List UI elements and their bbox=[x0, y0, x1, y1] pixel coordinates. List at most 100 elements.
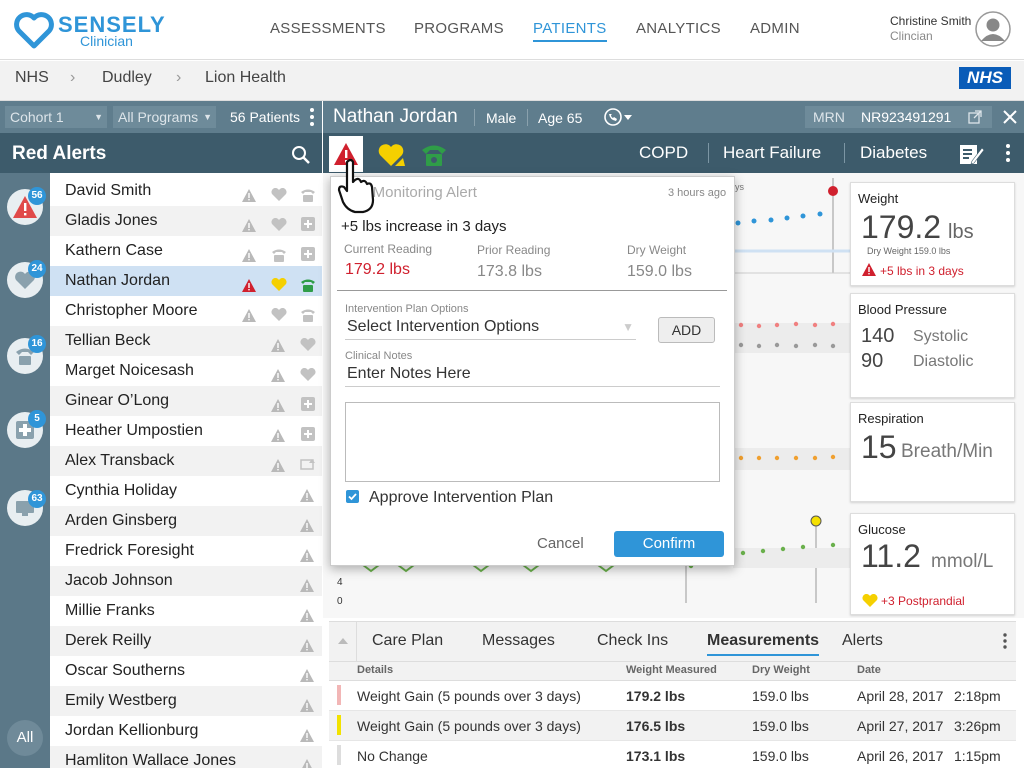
patient-row[interactable]: Emily Westberg bbox=[50, 686, 322, 716]
more-vertical-icon[interactable] bbox=[1003, 633, 1007, 654]
cell-measured: 176.5 lbs bbox=[626, 718, 686, 734]
nhs-logo: NHS bbox=[959, 67, 1011, 89]
patient-row[interactable]: Derek Reilly bbox=[50, 626, 322, 656]
patient-row[interactable]: Marget Noicesash bbox=[50, 356, 322, 386]
nav-analytics[interactable]: ANALYTICS bbox=[636, 20, 721, 37]
rail-all-button[interactable]: All bbox=[7, 720, 43, 756]
breadcrumb-nhs[interactable]: NHS bbox=[15, 69, 49, 87]
search-icon[interactable] bbox=[291, 145, 311, 165]
patient-row[interactable]: Jacob Johnson bbox=[50, 566, 322, 596]
notes-label: Clinical Notes bbox=[345, 350, 413, 362]
tab-alerts[interactable]: Alerts bbox=[842, 632, 883, 650]
popup-summary: +5 lbs increase in 3 days bbox=[341, 218, 507, 235]
patient-row[interactable]: Fredrick Foresight bbox=[50, 536, 322, 566]
programs-select[interactable]: All Programs ▼ bbox=[113, 106, 216, 128]
close-icon[interactable] bbox=[1002, 109, 1018, 125]
divider bbox=[844, 143, 845, 163]
cell-time: 1:15pm bbox=[954, 748, 1001, 764]
rail-monitor-badge: 63 bbox=[28, 490, 46, 508]
col-details: Details bbox=[357, 664, 394, 676]
weight-value: 179.2 bbox=[861, 209, 942, 245]
sensely-logo-icon bbox=[14, 10, 54, 50]
weight-unit: lbs bbox=[948, 221, 974, 243]
confirm-button[interactable]: Confirm bbox=[614, 531, 724, 557]
notes-input[interactable]: Enter Notes Here bbox=[345, 362, 720, 387]
popup-time: 3 hours ago bbox=[668, 187, 727, 199]
patient-row[interactable]: Tellian Beck bbox=[50, 326, 322, 356]
col-dry-weight: Dry Weight bbox=[752, 664, 810, 676]
tab-measurements[interactable]: Measurements bbox=[707, 632, 820, 656]
nav-assessments[interactable]: ASSESSMENTS bbox=[270, 20, 386, 37]
call-dropdown-icon[interactable] bbox=[603, 107, 633, 127]
cohort-value: Cohort 1 bbox=[10, 109, 64, 125]
table-row[interactable]: Weight Gain (5 pounds over 3 days) 176.5 … bbox=[329, 711, 1016, 741]
patient-row[interactable]: Nathan Jordan bbox=[50, 266, 322, 296]
more-vertical-icon[interactable] bbox=[310, 108, 314, 126]
patient-row[interactable]: Oscar Southerns bbox=[50, 656, 322, 686]
breadcrumb-dudley[interactable]: Dudley bbox=[102, 69, 152, 87]
breadcrumb-lion-health[interactable]: Lion Health bbox=[205, 69, 286, 87]
rail-plus-badge: 5 bbox=[28, 410, 46, 428]
chevron-right-icon: › bbox=[176, 69, 182, 86]
patient-row[interactable]: Hamliton Wallace Jones bbox=[50, 746, 322, 768]
add-button[interactable]: ADD bbox=[658, 317, 715, 343]
table-row[interactable]: Weight Gain (5 pounds over 3 days) 179.2 … bbox=[329, 681, 1016, 711]
patient-row[interactable]: Gladis Jones bbox=[50, 206, 322, 236]
patient-sex: Male bbox=[486, 110, 517, 126]
prior-reading-label: Prior Reading bbox=[477, 243, 551, 257]
patient-row[interactable]: Arden Ginsberg bbox=[50, 506, 322, 536]
nav-admin[interactable]: ADMIN bbox=[750, 20, 800, 37]
patient-row[interactable]: Ginear O’Long bbox=[50, 386, 322, 416]
external-link-icon[interactable] bbox=[968, 110, 982, 124]
current-reading-value: 179.2 lbs bbox=[345, 261, 410, 278]
tab-check-ins[interactable]: Check Ins bbox=[597, 632, 668, 650]
bp-systolic-label: Systolic bbox=[913, 328, 969, 345]
condition-heart-failure[interactable]: Heart Failure bbox=[723, 143, 821, 163]
cancel-button[interactable]: Cancel bbox=[537, 535, 584, 552]
patient-row[interactable]: Christopher Moore bbox=[50, 296, 322, 326]
glucose-value: 11.2 bbox=[861, 538, 921, 574]
nav-patients[interactable]: PATIENTS bbox=[533, 20, 607, 42]
chevron-right-icon: › bbox=[70, 69, 76, 86]
programs-value: All Programs bbox=[118, 109, 199, 125]
mrn-value: NR923491291 bbox=[861, 109, 952, 125]
patient-row[interactable]: David Smith bbox=[50, 176, 322, 206]
warning-icon bbox=[862, 263, 876, 276]
notes-textarea[interactable] bbox=[345, 402, 720, 482]
current-reading-label: Current Reading bbox=[344, 242, 433, 256]
glucose-card[interactable]: Glucose 11.2 mmol/L +3 Postprandial bbox=[850, 513, 1015, 615]
approve-label: Approve Intervention Plan bbox=[369, 489, 554, 506]
divider bbox=[527, 109, 528, 126]
collapse-tab-button[interactable] bbox=[329, 621, 357, 661]
patient-row[interactable]: Millie Franks bbox=[50, 596, 322, 626]
patient-row[interactable]: Heather Umpostien bbox=[50, 416, 322, 446]
intervention-select[interactable]: Select Intervention Options ▼ bbox=[345, 315, 636, 340]
condition-diabetes[interactable]: Diabetes bbox=[860, 143, 927, 163]
edit-notes-icon[interactable] bbox=[958, 142, 984, 166]
blood-pressure-card[interactable]: Blood Pressure 140 Systolic 90 Diastolic bbox=[850, 293, 1015, 398]
phone-alert-icon[interactable] bbox=[420, 142, 448, 168]
condition-copd[interactable]: COPD bbox=[639, 143, 688, 163]
patient-row[interactable]: Jordan Kellionburg bbox=[50, 716, 322, 746]
tab-care-plan[interactable]: Care Plan bbox=[372, 632, 443, 650]
patient-row[interactable]: Cynthia Holiday bbox=[50, 476, 322, 506]
patient-row[interactable]: Alex Transback bbox=[50, 446, 322, 476]
respiration-card[interactable]: Respiration 15 Breath/Min bbox=[850, 402, 1015, 502]
avatar[interactable] bbox=[975, 11, 1011, 47]
weight-card[interactable]: Weight 179.2 lbs Dry Weight 159.0 lbs +5… bbox=[850, 182, 1015, 286]
brand-subtitle: Clinician bbox=[80, 33, 133, 49]
patient-row[interactable]: Kathern Case bbox=[50, 236, 322, 266]
approve-checkbox[interactable] bbox=[346, 490, 359, 503]
cohort-select[interactable]: Cohort 1 ▼ bbox=[5, 106, 107, 128]
tab-messages[interactable]: Messages bbox=[482, 632, 555, 650]
nav-programs[interactable]: PROGRAMS bbox=[414, 20, 504, 37]
patient-name: Nathan Jordan bbox=[333, 106, 458, 127]
table-row[interactable]: No Change 173.1 lbs 159.0 lbs April 26, 201… bbox=[329, 741, 1016, 768]
rail-heart-badge: 24 bbox=[28, 260, 46, 278]
glucose-title: Glucose bbox=[858, 522, 906, 537]
alerts-title: Red Alerts bbox=[12, 143, 107, 164]
more-vertical-icon[interactable] bbox=[1006, 144, 1010, 167]
cell-measured: 173.1 lbs bbox=[626, 748, 686, 764]
heart-alert-icon[interactable] bbox=[377, 142, 407, 168]
cell-time: 2:18pm bbox=[954, 688, 1001, 704]
